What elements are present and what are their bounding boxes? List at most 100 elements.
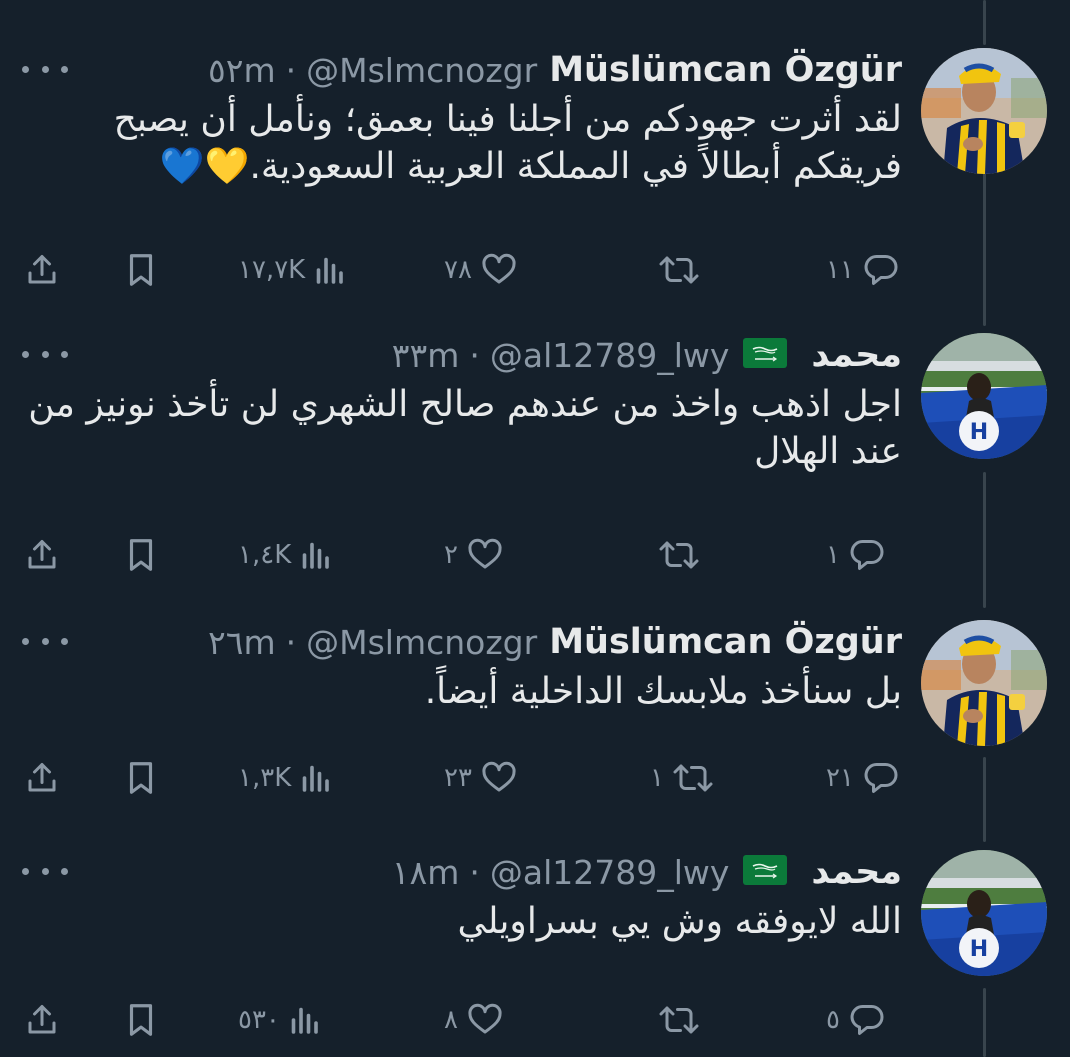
- thread-line: [983, 472, 986, 608]
- thread-line: [983, 170, 986, 326]
- like-button[interactable]: ٧٨: [444, 245, 518, 295]
- tweet-header: ٢٦m · @Mslmcnozgr Müslümcan Özgür: [208, 620, 902, 664]
- bookmark-icon: [124, 1001, 158, 1039]
- like-count: ٧٨: [444, 255, 472, 285]
- like-count: ٨: [444, 1005, 458, 1035]
- reply-count: ٥: [826, 1005, 840, 1035]
- reply-icon: [848, 537, 886, 573]
- reply-count: ١: [826, 540, 840, 570]
- like-icon: [480, 252, 518, 288]
- saudi-flag-icon: [743, 338, 788, 372]
- views-icon: [299, 760, 331, 796]
- tweet-header: ١٨m · @al12789_lwy محمد: [392, 850, 902, 894]
- views-button[interactable]: ١٧,٧K: [238, 245, 345, 295]
- retweet-button[interactable]: ١: [650, 753, 714, 803]
- bookmark-button[interactable]: [124, 995, 158, 1045]
- reply-button[interactable]: ١: [826, 530, 886, 580]
- like-count: ٢: [444, 540, 458, 570]
- share-icon: [24, 251, 60, 289]
- reply-button[interactable]: ٥: [826, 995, 886, 1045]
- views-count: ١,٤K: [238, 540, 292, 570]
- like-icon: [466, 1002, 504, 1038]
- avatar[interactable]: H: [921, 850, 1047, 976]
- retweet-button[interactable]: [650, 245, 700, 295]
- thread-line: [983, 757, 986, 842]
- retweet-icon: [658, 252, 700, 288]
- user-handle[interactable]: @al12789_lwy: [490, 853, 730, 892]
- retweet-button[interactable]: [650, 995, 700, 1045]
- tweet-text: لقد أثرت جهودكم من أجلنا فينا بعمق؛ ونأم…: [113, 99, 902, 187]
- like-button[interactable]: ٢٣: [444, 753, 518, 803]
- display-name[interactable]: محمد: [811, 852, 902, 892]
- reply-button[interactable]: ١١: [826, 245, 900, 295]
- like-button[interactable]: ٢: [444, 530, 504, 580]
- like-count: ٢٣: [444, 763, 472, 793]
- bookmark-button[interactable]: [124, 753, 158, 803]
- views-button[interactable]: ١,٤K: [238, 530, 331, 580]
- more-icon[interactable]: [22, 56, 68, 82]
- reply-icon: [862, 760, 900, 796]
- share-button[interactable]: [24, 245, 60, 295]
- views-button[interactable]: ١,٣K: [238, 753, 331, 803]
- tweet-header: ٥٢m · @Mslmcnozgr Müslümcan Özgür: [208, 48, 902, 92]
- user-handle[interactable]: @Mslmcnozgr: [306, 623, 537, 662]
- share-button[interactable]: [24, 995, 60, 1045]
- reply-button[interactable]: ٢١: [826, 753, 900, 803]
- display-name[interactable]: Müslümcan Özgür: [549, 50, 902, 90]
- avatar[interactable]: H: [921, 333, 1047, 459]
- bookmark-button[interactable]: [124, 245, 158, 295]
- action-bar: ٥٣٠ ٨ ٥: [0, 995, 920, 1045]
- like-icon: [466, 537, 504, 573]
- tweet-text: اجل اذهب واخذ من عندهم صالح الشهري لن تأ…: [28, 384, 902, 472]
- timestamp[interactable]: ٢٦m: [208, 623, 276, 662]
- separator-dot: ·: [469, 335, 480, 375]
- display-name[interactable]: محمد: [811, 335, 902, 375]
- user-handle[interactable]: @Mslmcnozgr: [306, 51, 537, 90]
- bookmark-icon: [124, 536, 158, 574]
- reply-count: ٢١: [826, 763, 854, 793]
- views-count: ١,٣K: [238, 763, 292, 793]
- timestamp[interactable]: ٣٣m: [392, 336, 460, 375]
- display-name[interactable]: Müslümcan Özgür: [549, 622, 902, 662]
- timestamp[interactable]: ٥٢m: [208, 51, 276, 90]
- reply-icon: [862, 252, 900, 288]
- separator-dot: ·: [285, 622, 297, 662]
- avatar[interactable]: [921, 620, 1047, 746]
- avatar[interactable]: [921, 48, 1047, 174]
- reply-count: ١١: [826, 255, 854, 285]
- separator-dot: ·: [285, 50, 297, 90]
- thread-line-top: [983, 0, 986, 45]
- svg-text:H: H: [970, 937, 988, 962]
- retweet-icon: [658, 1002, 700, 1038]
- views-button[interactable]: ٥٣٠: [238, 995, 320, 1045]
- retweet-button[interactable]: [650, 530, 700, 580]
- separator-dot: ·: [469, 852, 480, 892]
- like-icon: [480, 760, 518, 796]
- action-bar: ١,٣K ٢٣ ١ ٢١: [0, 753, 920, 803]
- retweet-count: ١: [650, 763, 664, 793]
- tweet-text: الله لايوفقه وش يي بسراويلي: [457, 901, 902, 942]
- saudi-flag-icon: [743, 855, 788, 889]
- retweet-icon: [658, 537, 700, 573]
- more-icon[interactable]: [22, 628, 68, 654]
- share-icon: [24, 759, 60, 797]
- tweet-text: بل سنأخذ ملابسك الداخلية أيضاً.: [424, 671, 902, 712]
- bookmark-button[interactable]: [124, 530, 158, 580]
- share-icon: [24, 536, 60, 574]
- user-handle[interactable]: @al12789_lwy: [490, 336, 730, 375]
- retweet-icon: [672, 760, 714, 796]
- bookmark-icon: [124, 759, 158, 797]
- action-bar: ١٧,٧K ٧٨ ١١: [0, 245, 920, 295]
- more-icon[interactable]: [22, 341, 68, 367]
- reply-icon: [848, 1002, 886, 1038]
- share-button[interactable]: [24, 530, 60, 580]
- like-button[interactable]: ٨: [444, 995, 504, 1045]
- views-icon: [299, 537, 331, 573]
- action-bar: ١,٤K ٢ ١: [0, 530, 920, 580]
- share-button[interactable]: [24, 753, 60, 803]
- more-icon[interactable]: [22, 858, 68, 884]
- views-icon: [288, 1002, 320, 1038]
- share-icon: [24, 1001, 60, 1039]
- timestamp[interactable]: ١٨m: [392, 853, 460, 892]
- views-count: ٥٣٠: [238, 1005, 280, 1035]
